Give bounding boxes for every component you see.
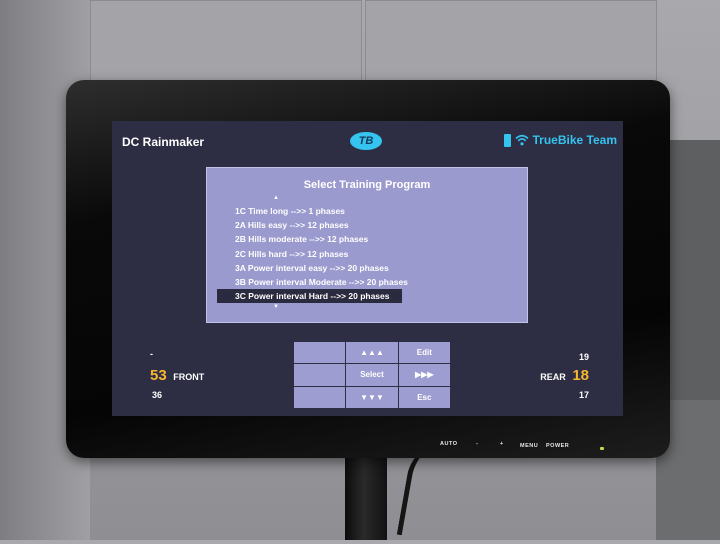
- wall-panel: [365, 0, 657, 84]
- battery-icon: [503, 133, 511, 147]
- power-led-icon: [600, 447, 604, 450]
- rear-gear-down: 17: [578, 390, 589, 400]
- menu-button[interactable]: MENU: [520, 443, 538, 449]
- monitor-stand-pole: [345, 445, 387, 540]
- select-button[interactable]: Select: [346, 364, 398, 386]
- front-gear-panel: 53 FRONT: [150, 367, 204, 384]
- scroll-down-indicator[interactable]: ▼: [273, 304, 279, 310]
- auto-button[interactable]: AUTO: [440, 441, 457, 447]
- rear-label: REAR: [540, 372, 566, 382]
- power-button[interactable]: POWER: [546, 443, 569, 449]
- rear-gear-panel: REAR 18: [540, 367, 589, 384]
- plus-button[interactable]: +: [500, 441, 504, 447]
- blank-key: [294, 386, 346, 408]
- front-label: FRONT: [173, 372, 205, 382]
- edit-button[interactable]: Edit: [398, 342, 450, 364]
- blank-key: [294, 342, 346, 364]
- truebike-logo-icon: TB: [350, 132, 382, 150]
- esc-button[interactable]: Esc: [398, 386, 450, 408]
- up-button[interactable]: ▲▲▲: [346, 342, 398, 364]
- front-gear-down: 36: [152, 390, 163, 400]
- program-item-3b[interactable]: 3B Power interval Moderate -->> 20 phase…: [217, 275, 408, 289]
- user-name: DC Rainmaker: [122, 135, 205, 149]
- scroll-up-indicator[interactable]: ▲: [273, 195, 279, 201]
- navigation-keypad: ▲▲▲ Edit Select ▶▶▶ ▼▼▼ Esc: [294, 342, 450, 408]
- select-program-dialog: Select Training Program ▲ 1C Time long -…: [206, 167, 528, 323]
- right-button[interactable]: ▶▶▶: [398, 364, 450, 386]
- down-button[interactable]: ▼▼▼: [346, 386, 398, 408]
- rear-gear-current: 18: [572, 367, 589, 384]
- program-item-2c[interactable]: 2C Hills hard -->> 12 phases: [217, 247, 402, 261]
- program-list: 1C Time long -->> 1 phases 2A Hills easy…: [217, 204, 408, 304]
- wifi-icon: [514, 134, 529, 146]
- brand-name: TrueBike Team: [532, 133, 617, 147]
- blank-key: [294, 364, 346, 386]
- program-item-2a[interactable]: 2A Hills easy -->> 12 phases: [217, 218, 402, 232]
- program-item-3c-selected[interactable]: 3C Power interval Hard -->> 20 phases: [217, 289, 402, 304]
- wall-panel: [90, 0, 362, 84]
- program-item-2b[interactable]: 2B Hills moderate -->> 12 phases: [217, 232, 402, 246]
- brand-status: TrueBike Team: [503, 133, 617, 147]
- dialog-title: Select Training Program: [303, 179, 431, 191]
- program-item-1c[interactable]: 1C Time long -->> 1 phases: [217, 204, 402, 218]
- screen: DC Rainmaker TB TrueBike Team Select Tra…: [112, 121, 623, 416]
- rear-gear-up: 19: [578, 352, 589, 362]
- front-gear-current: 53: [150, 367, 167, 384]
- minus-button[interactable]: -: [476, 441, 478, 447]
- program-item-3a[interactable]: 3A Power interval easy -->> 20 phases: [217, 261, 402, 275]
- front-gear-up: -: [150, 349, 153, 359]
